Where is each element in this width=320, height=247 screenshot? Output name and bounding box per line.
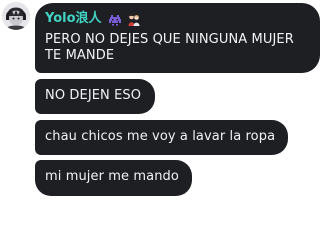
message-text: PERO NO DEJES QUE NINGUNA MUJER TE MANDE: [45, 32, 294, 63]
space-invader-icon: [108, 12, 122, 26]
message-bubble[interactable]: NO DEJEN ESO: [35, 79, 155, 114]
avatar[interactable]: [2, 2, 30, 30]
message-bubble[interactable]: chau chicos me voy a lavar la ropa: [35, 120, 288, 155]
badge-list: [108, 12, 141, 26]
message-text: NO DEJEN ESO: [45, 88, 142, 103]
message-bubble[interactable]: mi mujer me mando: [35, 160, 192, 196]
username[interactable]: Yolo浪人: [45, 11, 102, 27]
message-text: mi mujer me mando: [45, 169, 179, 184]
user-avatar-icon: [2, 2, 30, 30]
message-header: Yolo浪人: [45, 9, 310, 29]
chat-thread: Yolo浪人 PERO NO DEJES QUE NINGUNA MUJER T…: [0, 0, 320, 247]
message-text: chau chicos me voy a lavar la ropa: [45, 129, 276, 144]
message-bubble[interactable]: Yolo浪人 PERO NO DEJES QUE NINGUNA MUJER T…: [35, 3, 320, 73]
people-icon: [127, 12, 141, 26]
